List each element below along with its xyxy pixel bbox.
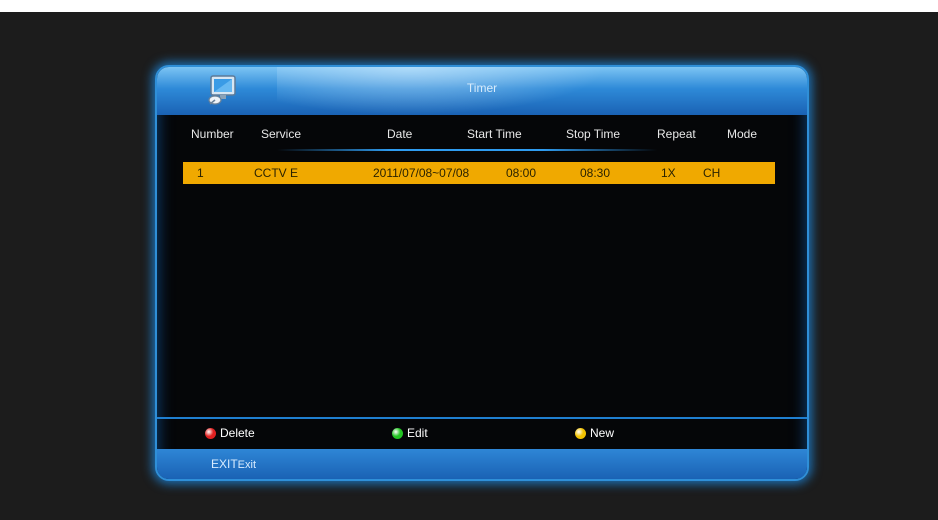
exit-key-label: EXIT <box>211 457 238 471</box>
column-header-repeat: Repeat <box>657 127 696 141</box>
yellow-key-icon <box>575 428 586 439</box>
timer-date: 2011/07/08~07/08 <box>373 166 470 180</box>
green-key-icon <box>392 428 403 439</box>
edit-label: Edit <box>407 426 428 440</box>
delete-label: Delete <box>220 426 255 440</box>
column-header-row: Number Service Date Start Time Stop Time… <box>157 127 807 149</box>
new-button[interactable]: New <box>575 426 614 440</box>
top-strip <box>0 0 938 12</box>
exit-action-label: Exit <box>237 459 257 471</box>
column-header-stop-time: Stop Time <box>566 127 621 141</box>
timer-service: CCTV E <box>254 166 299 180</box>
column-header-date: Date <box>387 127 413 141</box>
timer-start-time: 08:00 <box>506 166 537 180</box>
red-key-icon <box>205 428 216 439</box>
timer-row[interactable]: 1 CCTV E 2011/07/08~07/08 08:00 08:30 1X… <box>183 162 775 184</box>
exit-button[interactable]: EXITExit <box>211 457 256 471</box>
color-key-bar: Delete Edit New <box>157 419 807 449</box>
edit-button[interactable]: Edit <box>392 426 428 440</box>
timer-stop-time: 08:30 <box>580 166 611 180</box>
delete-button[interactable]: Delete <box>205 426 255 440</box>
timer-window: Timer Number Service Date Start Time Sto… <box>155 65 809 481</box>
header-underline <box>277 149 657 151</box>
column-header-service: Service <box>261 127 302 141</box>
new-label: New <box>590 426 615 440</box>
timer-mode: CH <box>703 166 721 180</box>
screen: Timer Number Service Date Start Time Sto… <box>0 0 938 520</box>
column-header-number: Number <box>191 127 234 141</box>
timer-repeat: 1X <box>661 166 676 180</box>
window-title: Timer <box>466 81 498 95</box>
title-bar: Timer <box>157 67 807 115</box>
timer-number: 1 <box>197 166 204 180</box>
bottom-help-bar: EXITExit <box>157 449 807 479</box>
column-header-mode: Mode <box>727 127 758 141</box>
column-header-start-time: Start Time <box>467 127 522 141</box>
